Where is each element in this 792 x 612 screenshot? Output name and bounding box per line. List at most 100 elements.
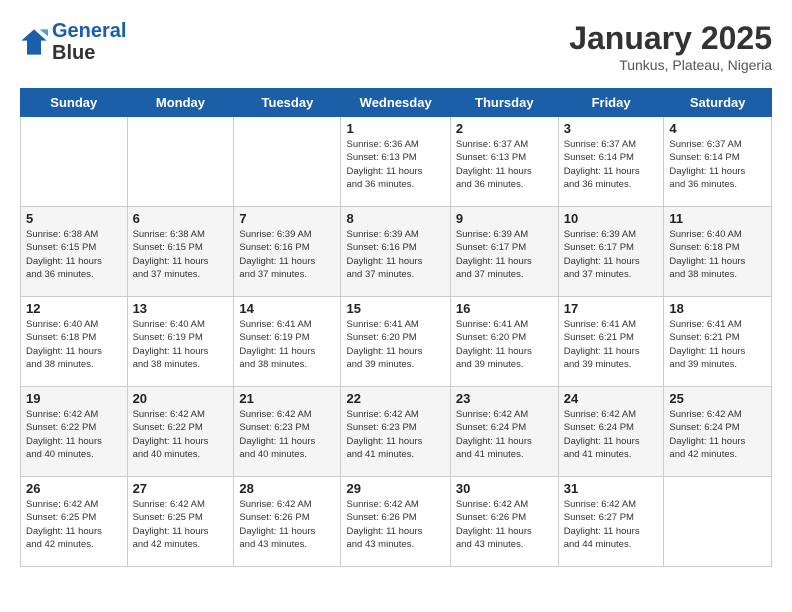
day-number: 14 [239,301,335,316]
calendar-cell: 4 Sunrise: 6:37 AM Sunset: 6:14 PM Daylig… [664,117,772,207]
logo-text-general: General [52,20,126,42]
day-info: Sunrise: 6:39 AM Sunset: 6:16 PM Dayligh… [239,228,335,281]
day-number: 21 [239,391,335,406]
day-info: Sunrise: 6:42 AM Sunset: 6:26 PM Dayligh… [456,498,553,551]
calendar-cell: 13Sunrise: 6:40 AM Sunset: 6:19 PM Dayli… [127,297,234,387]
day-info: Sunrise: 6:42 AM Sunset: 6:23 PM Dayligh… [239,408,335,461]
weekday-header-row: SundayMondayTuesdayWednesdayThursdayFrid… [21,89,772,117]
calendar-cell: 16 Sunrise: 6:41 AM Sunset: 6:20 PM Dayli… [450,297,558,387]
day-info: Sunrise: 6:36 AM Sunset: 6:13 PM Dayligh… [346,138,444,191]
calendar-cell: 11Sunrise: 6:40 AM Sunset: 6:18 PM Dayli… [664,207,772,297]
day-info: Sunrise: 6:37 AM Sunset: 6:14 PM Dayligh… [669,138,766,191]
calendar-cell [21,117,128,207]
day-number: 7 [239,211,335,226]
calendar-cell: 8Sunrise: 6:39 AM Sunset: 6:16 PM Daylig… [341,207,450,297]
day-number: 2 [456,121,553,136]
title-block: January 2025 Tunkus, Plateau, Nigeria [569,20,772,73]
day-number: 22 [346,391,444,406]
calendar-week-3: 12 Sunrise: 6:40 AM Sunset: 6:18 PM Dayli… [21,297,772,387]
day-number: 20 [133,391,229,406]
day-info: Sunrise: 6:42 AM Sunset: 6:24 PM Dayligh… [564,408,659,461]
calendar-cell: 3 Sunrise: 6:37 AM Sunset: 6:14 PM Daylig… [558,117,664,207]
calendar-cell [234,117,341,207]
calendar-cell: 7 Sunrise: 6:39 AM Sunset: 6:16 PM Daylig… [234,207,341,297]
day-info: Sunrise: 6:38 AM Sunset: 6:15 PM Dayligh… [26,228,122,281]
calendar-cell: 14Sunrise: 6:41 AM Sunset: 6:19 PM Dayli… [234,297,341,387]
logo-text-blue: Blue [52,42,95,64]
day-number: 19 [26,391,122,406]
day-info: Sunrise: 6:42 AM Sunset: 6:25 PM Dayligh… [26,498,122,551]
day-info: Sunrise: 6:42 AM Sunset: 6:22 PM Dayligh… [26,408,122,461]
weekday-header-tuesday: Tuesday [234,89,341,117]
page-header: General Blue January 2025 Tunkus, Platea… [20,20,772,73]
day-number: 15 [346,301,444,316]
calendar-cell: 15Sunrise: 6:41 AM Sunset: 6:20 PM Dayli… [341,297,450,387]
month-title: January 2025 [569,20,772,57]
day-info: Sunrise: 6:42 AM Sunset: 6:24 PM Dayligh… [456,408,553,461]
day-number: 28 [239,481,335,496]
calendar-cell: 28 Sunrise: 6:42 AM Sunset: 6:26 PM Dayli… [234,477,341,567]
day-info: Sunrise: 6:42 AM Sunset: 6:26 PM Dayligh… [239,498,335,551]
day-info: Sunrise: 6:37 AM Sunset: 6:13 PM Dayligh… [456,138,553,191]
day-number: 5 [26,211,122,226]
location-subtitle: Tunkus, Plateau, Nigeria [569,57,772,73]
calendar-week-2: 5 Sunrise: 6:38 AM Sunset: 6:15 PM Daylig… [21,207,772,297]
calendar-cell: 1 Sunrise: 6:36 AM Sunset: 6:13 PM Daylig… [341,117,450,207]
day-info: Sunrise: 6:42 AM Sunset: 6:24 PM Dayligh… [669,408,766,461]
logo-icon [20,28,48,56]
calendar-week-5: 26 Sunrise: 6:42 AM Sunset: 6:25 PM Dayli… [21,477,772,567]
day-number: 3 [564,121,659,136]
calendar-cell: 29Sunrise: 6:42 AM Sunset: 6:26 PM Dayli… [341,477,450,567]
day-number: 27 [133,481,229,496]
day-number: 1 [346,121,444,136]
calendar-cell: 23 Sunrise: 6:42 AM Sunset: 6:24 PM Dayli… [450,387,558,477]
day-info: Sunrise: 6:41 AM Sunset: 6:21 PM Dayligh… [564,318,659,371]
calendar-cell: 21 Sunrise: 6:42 AM Sunset: 6:23 PM Dayli… [234,387,341,477]
day-info: Sunrise: 6:39 AM Sunset: 6:17 PM Dayligh… [564,228,659,281]
day-number: 13 [133,301,229,316]
day-number: 23 [456,391,553,406]
day-info: Sunrise: 6:38 AM Sunset: 6:15 PM Dayligh… [133,228,229,281]
calendar-cell: 24Sunrise: 6:42 AM Sunset: 6:24 PM Dayli… [558,387,664,477]
calendar-cell: 30 Sunrise: 6:42 AM Sunset: 6:26 PM Dayli… [450,477,558,567]
calendar-cell: 6Sunrise: 6:38 AM Sunset: 6:15 PM Daylig… [127,207,234,297]
day-info: Sunrise: 6:41 AM Sunset: 6:21 PM Dayligh… [669,318,766,371]
day-number: 25 [669,391,766,406]
day-number: 10 [564,211,659,226]
calendar-cell: 20 Sunrise: 6:42 AM Sunset: 6:22 PM Dayli… [127,387,234,477]
day-number: 29 [346,481,444,496]
day-number: 11 [669,211,766,226]
day-info: Sunrise: 6:42 AM Sunset: 6:22 PM Dayligh… [133,408,229,461]
day-number: 17 [564,301,659,316]
day-number: 26 [26,481,122,496]
calendar-cell: 27 Sunrise: 6:42 AM Sunset: 6:25 PM Dayli… [127,477,234,567]
weekday-header-monday: Monday [127,89,234,117]
day-info: Sunrise: 6:40 AM Sunset: 6:18 PM Dayligh… [26,318,122,371]
day-info: Sunrise: 6:37 AM Sunset: 6:14 PM Dayligh… [564,138,659,191]
calendar-week-4: 19 Sunrise: 6:42 AM Sunset: 6:22 PM Dayli… [21,387,772,477]
weekday-header-wednesday: Wednesday [341,89,450,117]
day-number: 9 [456,211,553,226]
calendar-cell: 9 Sunrise: 6:39 AM Sunset: 6:17 PM Daylig… [450,207,558,297]
day-info: Sunrise: 6:42 AM Sunset: 6:23 PM Dayligh… [346,408,444,461]
day-info: Sunrise: 6:42 AM Sunset: 6:25 PM Dayligh… [133,498,229,551]
day-number: 12 [26,301,122,316]
calendar-cell: 12 Sunrise: 6:40 AM Sunset: 6:18 PM Dayli… [21,297,128,387]
day-number: 30 [456,481,553,496]
calendar-cell: 17 Sunrise: 6:41 AM Sunset: 6:21 PM Dayli… [558,297,664,387]
calendar-cell: 25 Sunrise: 6:42 AM Sunset: 6:24 PM Dayli… [664,387,772,477]
weekday-header-thursday: Thursday [450,89,558,117]
day-number: 16 [456,301,553,316]
day-info: Sunrise: 6:39 AM Sunset: 6:17 PM Dayligh… [456,228,553,281]
weekday-header-sunday: Sunday [21,89,128,117]
calendar-cell [127,117,234,207]
calendar-cell: 26 Sunrise: 6:42 AM Sunset: 6:25 PM Dayli… [21,477,128,567]
calendar-cell: 31Sunrise: 6:42 AM Sunset: 6:27 PM Dayli… [558,477,664,567]
weekday-header-friday: Friday [558,89,664,117]
calendar-cell: 22 Sunrise: 6:42 AM Sunset: 6:23 PM Dayli… [341,387,450,477]
day-number: 4 [669,121,766,136]
day-number: 18 [669,301,766,316]
day-info: Sunrise: 6:42 AM Sunset: 6:27 PM Dayligh… [564,498,659,551]
day-info: Sunrise: 6:39 AM Sunset: 6:16 PM Dayligh… [346,228,444,281]
day-info: Sunrise: 6:41 AM Sunset: 6:20 PM Dayligh… [456,318,553,371]
